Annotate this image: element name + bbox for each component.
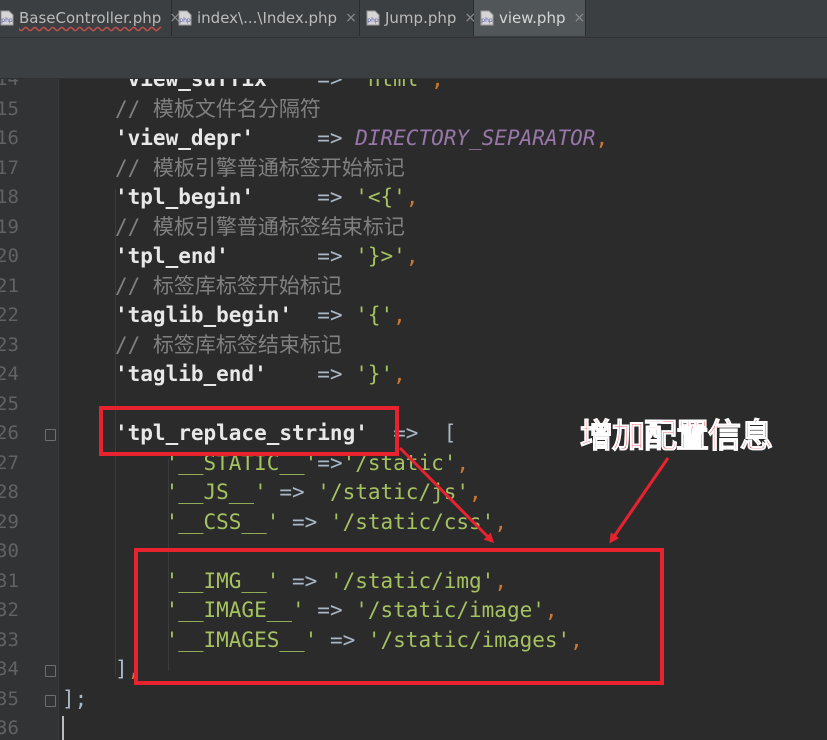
arrow-left [398, 446, 495, 544]
arrow-right [609, 457, 670, 544]
annotation-arrows [398, 446, 670, 544]
